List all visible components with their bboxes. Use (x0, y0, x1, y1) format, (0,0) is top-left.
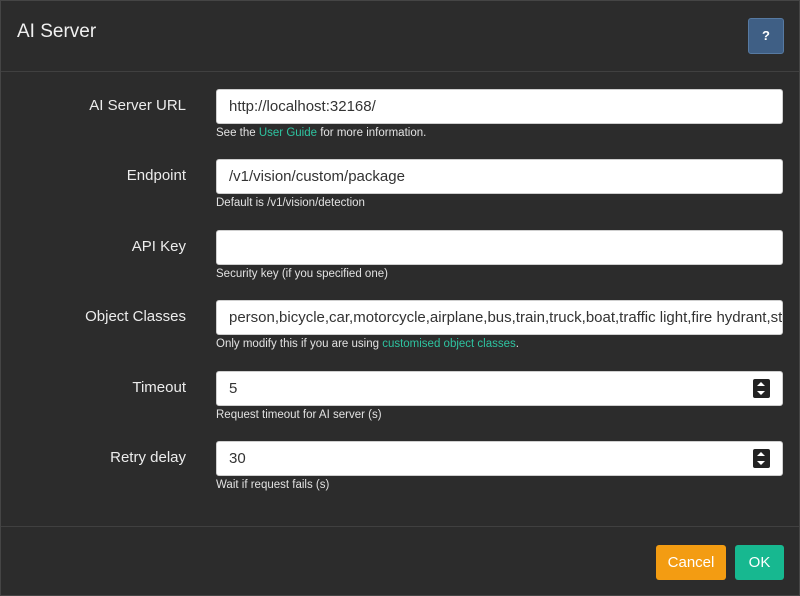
retry-delay-input[interactable]: 30 (216, 441, 783, 476)
server-url-input[interactable]: http://localhost:32168/ (216, 89, 783, 124)
timeout-spinner-icon[interactable] (753, 379, 770, 398)
server-url-hint-suffix: for more information. (317, 127, 427, 139)
user-guide-link[interactable]: User Guide (259, 127, 317, 139)
api-key-input[interactable] (216, 230, 783, 265)
retry-delay-hint: Wait if request fails (s) (216, 479, 330, 491)
help-button[interactable]: ? (748, 18, 784, 54)
api-key-label: API Key (131, 238, 186, 255)
object-classes-input[interactable]: person,bicycle,car,motorcycle,airplane,b… (216, 300, 783, 335)
timeout-row: Timeout 5 Request timeout for AI server … (1, 371, 799, 431)
object-classes-label: Object Classes (85, 308, 186, 325)
api-key-hint: Security key (if you specified one) (216, 268, 388, 280)
retry-delay-spinner-icon[interactable] (753, 449, 770, 468)
retry-delay-row: Retry delay 30 Wait if request fails (s) (1, 441, 799, 501)
ai-server-dialog: AI Server ? AI Server URL http://localho… (0, 0, 800, 596)
dialog-footer: Cancel OK (1, 526, 799, 595)
object-classes-hint-suffix: . (515, 338, 519, 350)
endpoint-hint: Default is /v1/vision/detection (216, 197, 365, 209)
timeout-label: Timeout (132, 379, 186, 396)
api-key-row: API Key Security key (if you specified o… (1, 230, 799, 290)
object-classes-hint-prefix: Only modify this if you are using (216, 338, 383, 350)
retry-delay-value: 30 (229, 450, 246, 467)
object-classes-hint: Only modify this if you are using custom… (216, 338, 519, 350)
timeout-hint: Request timeout for AI server (s) (216, 409, 382, 421)
retry-delay-label: Retry delay (110, 449, 186, 466)
timeout-value: 5 (229, 380, 238, 397)
custom-classes-link[interactable]: customised object classes (382, 338, 516, 350)
cancel-button[interactable]: Cancel (656, 545, 726, 580)
ok-button[interactable]: OK (735, 545, 784, 580)
dialog-header: AI Server ? (1, 1, 799, 72)
dialog-title: AI Server (17, 21, 97, 42)
endpoint-input[interactable]: /v1/vision/custom/package (216, 159, 783, 194)
server-url-label: AI Server URL (89, 97, 186, 114)
object-classes-row: Object Classes person,bicycle,car,motorc… (1, 300, 799, 360)
timeout-input[interactable]: 5 (216, 371, 783, 406)
server-url-hint: See the User Guide for more information. (216, 127, 426, 139)
server-url-hint-prefix: See the (216, 127, 259, 139)
endpoint-row: Endpoint /v1/vision/custom/package Defau… (1, 159, 799, 219)
server-url-row: AI Server URL http://localhost:32168/ Se… (1, 89, 799, 149)
endpoint-label: Endpoint (126, 167, 186, 184)
